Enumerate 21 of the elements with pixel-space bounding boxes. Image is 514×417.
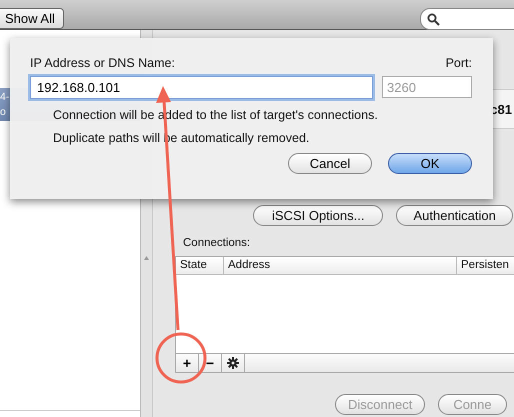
column-header[interactable]: Persisten: [457, 257, 514, 274]
gear-icon: [227, 357, 239, 369]
dialog-button[interactable]: OK: [388, 153, 472, 174]
port-field[interactable]: 3260: [382, 76, 472, 98]
address-label: IP Address or DNS Name:: [30, 56, 175, 70]
dialog-button[interactable]: Cancel: [288, 153, 372, 174]
target-name: c81: [490, 102, 512, 116]
search-icon: [427, 12, 440, 26]
column-header[interactable]: Address: [224, 257, 457, 274]
show-all-button[interactable]: Show All: [0, 8, 64, 29]
address-field[interactable]: 192.168.0.101: [30, 76, 373, 99]
search-field[interactable]: [420, 8, 514, 30]
port-label: Port:: [446, 56, 472, 70]
connections-label: Connections:: [183, 237, 252, 249]
add-button[interactable]: +: [176, 354, 199, 372]
action-button[interactable]: iSCSI Options...: [253, 205, 384, 226]
annotation-circle: [156, 332, 206, 384]
splitter-handle-icon[interactable]: [144, 256, 149, 260]
action-button[interactable]: Authentication: [396, 205, 513, 226]
remove-button[interactable]: −: [199, 354, 222, 372]
column-header[interactable]: State: [176, 257, 224, 274]
